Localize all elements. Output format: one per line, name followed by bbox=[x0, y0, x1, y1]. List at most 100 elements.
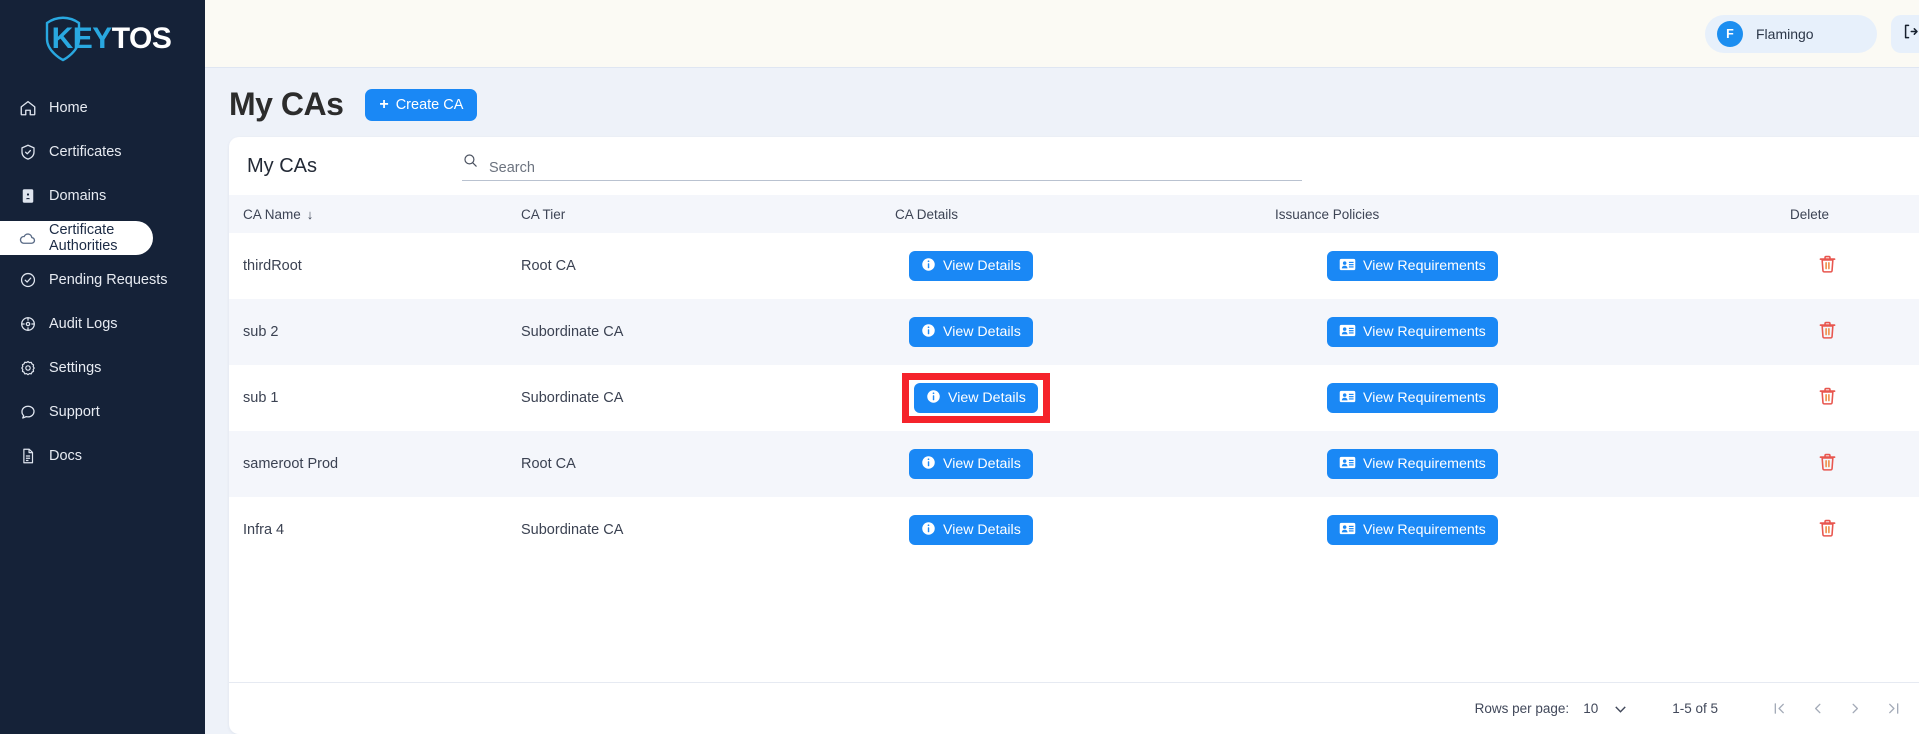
search-input[interactable] bbox=[489, 160, 1302, 176]
page-title: My CAs bbox=[229, 86, 344, 122]
view-requirements-button[interactable]: View Requirements bbox=[1327, 515, 1498, 545]
cloud-icon bbox=[18, 229, 37, 248]
plus-icon: + bbox=[379, 95, 389, 113]
last-page-icon[interactable] bbox=[1874, 690, 1912, 728]
shield-check-icon bbox=[18, 143, 37, 162]
info-icon bbox=[921, 521, 936, 540]
sidebar-item-support[interactable]: Support bbox=[0, 393, 205, 431]
view-details-button[interactable]: View Details bbox=[909, 251, 1033, 281]
view-details-label: View Details bbox=[943, 258, 1021, 274]
info-icon bbox=[926, 389, 941, 408]
trash-icon[interactable] bbox=[1817, 451, 1838, 477]
first-page-icon[interactable] bbox=[1760, 690, 1798, 728]
view-requirements-button[interactable]: View Requirements bbox=[1327, 251, 1498, 281]
contact-book-icon bbox=[18, 187, 37, 206]
brand-logo[interactable]: KEYTOS bbox=[0, 8, 205, 70]
table-row: Infra 4 Subordinate CA View Details View… bbox=[229, 497, 1919, 563]
view-requirements-button[interactable]: View Requirements bbox=[1327, 449, 1498, 479]
column-label: CA Name bbox=[243, 206, 301, 222]
cell-issuance-policies: View Requirements bbox=[1261, 299, 1634, 365]
rows-per-page-select[interactable]: 10 bbox=[1583, 701, 1626, 716]
logo-text-key: KEY bbox=[51, 22, 113, 55]
sidebar-item-label: Pending Requests bbox=[49, 272, 168, 288]
cell-ca-details: View Details bbox=[881, 299, 1261, 365]
view-details-button[interactable]: View Details bbox=[909, 449, 1033, 479]
gear-icon bbox=[18, 359, 37, 378]
chevron-down-icon bbox=[1615, 701, 1626, 716]
view-requirements-button[interactable]: View Requirements bbox=[1327, 317, 1498, 347]
view-requirements-label: View Requirements bbox=[1363, 390, 1486, 406]
cell-ca-tier: Subordinate CA bbox=[521, 390, 624, 406]
cell-ca-details: View Details bbox=[881, 497, 1261, 563]
my-cas-card: My CAs CA Name ↓ CA Tier CA Details bbox=[229, 137, 1919, 734]
table-row: sub 1 Subordinate CA View Details View R… bbox=[229, 365, 1919, 431]
create-ca-button[interactable]: + Create CA bbox=[365, 88, 478, 121]
page-header: My CAs + Create CA bbox=[205, 68, 1919, 137]
logout-icon bbox=[1901, 22, 1919, 46]
user-name-label: Flamingo bbox=[1756, 25, 1814, 42]
cell-ca-name: Infra 4 bbox=[243, 522, 285, 538]
cell-delete bbox=[1634, 497, 1919, 563]
view-details-button[interactable]: View Details bbox=[909, 317, 1033, 347]
home-icon bbox=[18, 99, 37, 118]
view-details-label: View Details bbox=[943, 456, 1021, 472]
pagination-bar: Rows per page: 10 1-5 of 5 bbox=[229, 682, 1919, 734]
trash-icon[interactable] bbox=[1817, 319, 1838, 345]
rows-per-page-value: 10 bbox=[1583, 701, 1599, 716]
sidebar-item-label: Support bbox=[49, 404, 100, 420]
cell-ca-tier: Root CA bbox=[521, 456, 576, 472]
highlight-annotation: View Details bbox=[902, 373, 1050, 423]
sidebar-item-domains[interactable]: Domains bbox=[0, 177, 205, 215]
view-details-label: View Details bbox=[948, 390, 1026, 406]
user-menu[interactable]: F Flamingo bbox=[1705, 14, 1877, 53]
info-icon bbox=[921, 323, 936, 342]
sidebar-item-certificate-authorities[interactable]: Certificate Authorities bbox=[0, 221, 153, 255]
sidebar-item-certificates[interactable]: Certificates bbox=[0, 133, 205, 171]
trash-icon[interactable] bbox=[1817, 385, 1838, 411]
trash-icon[interactable] bbox=[1817, 253, 1838, 279]
view-requirements-button[interactable]: View Requirements bbox=[1327, 383, 1498, 413]
logout-button[interactable] bbox=[1891, 14, 1919, 53]
check-circle-icon bbox=[18, 271, 37, 290]
view-details-button[interactable]: View Details bbox=[909, 515, 1033, 545]
view-requirements-label: View Requirements bbox=[1363, 522, 1486, 538]
sidebar-item-label: Certificate Authorities bbox=[49, 222, 118, 254]
cas-table: CA Name ↓ CA Tier CA Details Issuance Pol… bbox=[229, 195, 1919, 563]
sidebar-item-home[interactable]: Home bbox=[0, 89, 205, 127]
sidebar-item-docs[interactable]: Docs bbox=[0, 437, 205, 475]
search-field[interactable] bbox=[462, 151, 1302, 181]
trash-icon[interactable] bbox=[1817, 517, 1838, 543]
next-page-icon[interactable] bbox=[1836, 690, 1874, 728]
card-title: My CAs bbox=[247, 154, 317, 177]
cell-issuance-policies: View Requirements bbox=[1261, 233, 1634, 299]
column-header-delete: Delete bbox=[1789, 206, 1829, 222]
card-header: My CAs bbox=[229, 137, 1919, 195]
id-card-icon bbox=[1339, 257, 1356, 276]
view-details-button[interactable]: View Details bbox=[914, 383, 1038, 413]
search-icon bbox=[462, 152, 479, 174]
column-header-issuance-policies: Issuance Policies bbox=[1275, 206, 1380, 222]
sidebar: KEYTOS Home Certificates Domains Certifi… bbox=[0, 0, 205, 734]
cell-delete bbox=[1634, 299, 1919, 365]
previous-page-icon[interactable] bbox=[1798, 690, 1836, 728]
sidebar-item-label: Audit Logs bbox=[49, 316, 118, 332]
sidebar-item-pending-requests[interactable]: Pending Requests bbox=[0, 261, 205, 299]
sidebar-item-label: Docs bbox=[49, 448, 83, 464]
table-row: sameroot Prod Root CA View Details View … bbox=[229, 431, 1919, 497]
sidebar-item-label: Domains bbox=[49, 188, 107, 204]
cell-issuance-policies: View Requirements bbox=[1261, 365, 1634, 431]
sidebar-item-audit-logs[interactable]: Audit Logs bbox=[0, 305, 205, 343]
column-header-ca-name[interactable]: CA Name ↓ bbox=[229, 195, 507, 233]
table-row: sub 2 Subordinate CA View Details View R… bbox=[229, 299, 1919, 365]
sidebar-item-settings[interactable]: Settings bbox=[0, 349, 205, 387]
sidebar-nav: Home Certificates Domains Certificate Au… bbox=[0, 86, 205, 478]
view-details-label: View Details bbox=[943, 522, 1021, 538]
column-header-ca-tier[interactable]: CA Tier bbox=[507, 195, 881, 233]
main-content: F Flamingo My CAs + Create CA My CAs Sea… bbox=[205, 0, 1919, 734]
id-card-icon bbox=[1339, 455, 1356, 474]
info-icon bbox=[921, 257, 936, 276]
cell-ca-tier: Root CA bbox=[521, 258, 576, 274]
cell-issuance-policies: View Requirements bbox=[1261, 431, 1634, 497]
sort-arrow-icon: ↓ bbox=[306, 206, 314, 222]
sidebar-item-label: Home bbox=[49, 100, 88, 116]
